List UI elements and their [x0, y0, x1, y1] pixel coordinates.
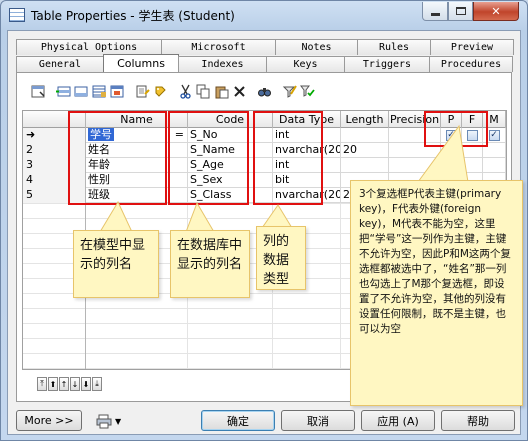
move-bottom-button[interactable]: ⤓ — [92, 377, 102, 391]
toolbar-separator — [274, 83, 280, 100]
toolbar-separator — [249, 83, 255, 100]
move-page-up-button[interactable]: ⬆ — [48, 377, 58, 391]
cell-precision[interactable] — [389, 158, 441, 173]
print-icon — [96, 414, 112, 428]
cell-length[interactable]: 20 — [341, 143, 389, 158]
name-column-highlight — [68, 111, 167, 205]
cancel-button[interactable]: 取消 — [281, 410, 355, 431]
title-bar[interactable]: Table Properties - 学生表 (Student) ✕ — [1, 1, 527, 29]
minimize-icon — [430, 12, 440, 16]
delete-icon[interactable] — [231, 83, 248, 100]
maximize-button[interactable] — [448, 2, 473, 21]
close-button[interactable]: ✕ — [473, 2, 519, 21]
col-header-length[interactable]: Length — [341, 111, 389, 128]
row-move-buttons: ⤒ ⬆ ↑ ↓ ⬇ ⤓ — [37, 377, 103, 391]
move-down-button[interactable]: ↓ — [70, 377, 80, 391]
tab-preview[interactable]: Preview — [430, 39, 514, 55]
table-icon — [9, 8, 25, 22]
move-top-button[interactable]: ⤒ — [37, 377, 47, 391]
code-column-callout: 在数据库中显示的列名 — [170, 230, 250, 298]
add-row-icon[interactable] — [73, 83, 90, 100]
chevron-down-icon: ▼ — [115, 416, 122, 426]
tab-procedures[interactable]: Procedures — [429, 56, 513, 72]
cell-m — [483, 158, 506, 173]
add-columns-icon[interactable] — [91, 83, 108, 100]
data-type-callout: 列的数据类型 — [256, 226, 306, 290]
ok-button[interactable]: 确定 — [201, 410, 275, 431]
properties-icon[interactable] — [30, 83, 47, 100]
tab-triggers[interactable]: Triggers — [344, 56, 430, 72]
tab-general[interactable]: General — [16, 56, 104, 72]
grid-toolbar — [30, 82, 317, 100]
cell-p — [441, 158, 462, 173]
tab-microsoft[interactable]: Microsoft — [161, 39, 276, 55]
move-up-button[interactable]: ↑ — [59, 377, 69, 391]
cut-icon[interactable] — [177, 83, 194, 100]
more-button[interactable]: More >> — [16, 410, 82, 431]
tab-row-2: General Columns Indexes Keys Triggers Pr… — [16, 54, 513, 72]
find-icon[interactable] — [256, 83, 273, 100]
cell-f — [462, 158, 483, 173]
help-button[interactable]: 帮助 — [441, 410, 515, 431]
apply-button[interactable]: 应用 (A) — [361, 410, 435, 431]
tab-physical-options[interactable]: Physical Options — [16, 39, 162, 55]
code-column-highlight — [168, 111, 249, 205]
paste-attrs-icon[interactable] — [152, 83, 169, 100]
tab-columns[interactable]: Columns — [103, 54, 179, 72]
tab-keys[interactable]: Keys — [266, 56, 345, 72]
move-page-down-button[interactable]: ⬇ — [81, 377, 91, 391]
print-menu[interactable]: ▼ — [96, 413, 124, 429]
filter-clear-icon[interactable] — [299, 83, 316, 100]
data-type-column-highlight — [253, 111, 323, 205]
copy-icon[interactable] — [195, 83, 212, 100]
minimize-button[interactable] — [422, 2, 448, 21]
pfm-checkbox-callout: 3个复选框P代表主键(primary key)，F代表外键(foreign ke… — [350, 180, 523, 406]
name-column-callout: 在模型中显示的列名 — [73, 230, 159, 298]
maximize-icon — [455, 7, 466, 15]
cell-length[interactable] — [341, 128, 389, 143]
toolbar-separator — [127, 83, 133, 100]
pfm-checkbox-highlight — [424, 111, 488, 147]
toolbar-separator — [48, 83, 54, 100]
window-title: Table Properties - 学生表 (Student) — [31, 9, 235, 23]
m-checkbox[interactable]: ✓ — [488, 130, 500, 141]
tab-notes[interactable]: Notes — [275, 39, 358, 55]
customize-icon[interactable] — [281, 83, 298, 100]
tab-rules[interactable]: Rules — [357, 39, 431, 55]
tab-row-1: Physical Options Microsoft Notes Rules P… — [16, 39, 514, 55]
copy-to-icon[interactable] — [134, 83, 151, 100]
delete-row-grid-icon[interactable] — [109, 83, 126, 100]
close-icon: ✕ — [491, 4, 501, 18]
paste-icon[interactable] — [213, 83, 230, 100]
insert-row-icon[interactable] — [55, 83, 72, 100]
cell-length[interactable] — [341, 158, 389, 173]
tab-indexes[interactable]: Indexes — [178, 56, 267, 72]
toolbar-separator — [170, 83, 176, 100]
